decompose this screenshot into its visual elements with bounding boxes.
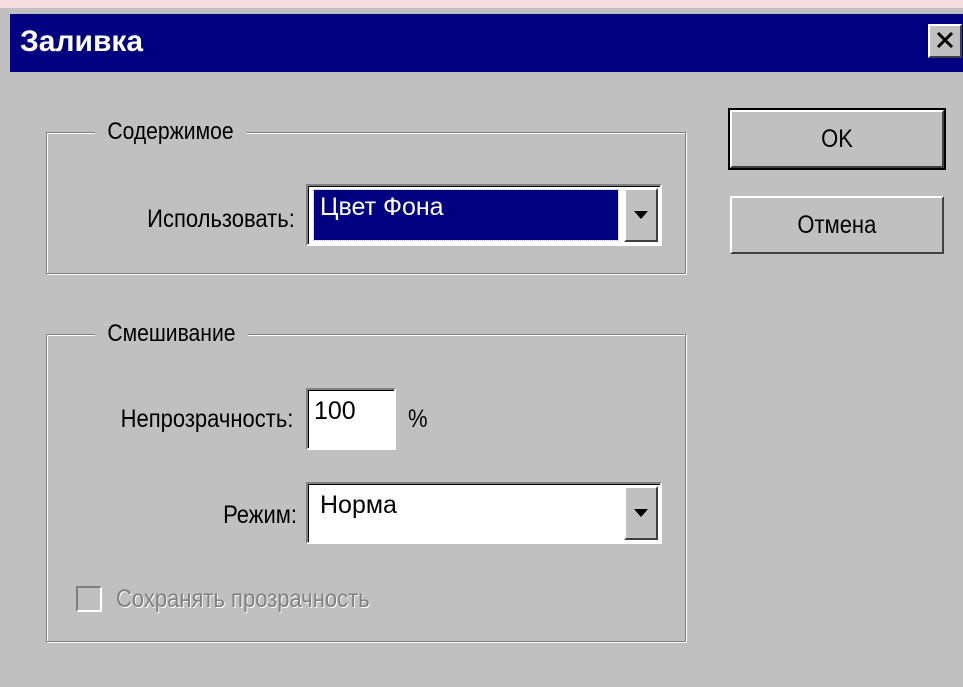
chevron-down-icon[interactable]	[624, 188, 658, 242]
mode-select[interactable]: Норма	[306, 482, 662, 544]
close-icon	[935, 27, 955, 55]
title-bar: Заливка	[10, 14, 963, 72]
use-select-value: Цвет Фона	[313, 189, 619, 241]
ok-button-label: OK	[821, 124, 853, 153]
cancel-button[interactable]: Отмена	[730, 196, 944, 254]
use-select[interactable]: Цвет Фона	[306, 184, 662, 246]
dialog-title: Заливка	[20, 25, 144, 58]
mode-select-value: Норма	[320, 491, 397, 519]
chevron-down-icon[interactable]	[624, 486, 658, 540]
ok-button[interactable]: OK	[728, 108, 946, 170]
use-label: Использовать:	[147, 205, 295, 233]
blending-group-legend: Смешивание	[95, 320, 248, 348]
opacity-value: 100	[314, 397, 356, 425]
opacity-label: Непрозрачность:	[120, 405, 293, 433]
preserve-transparency-checkbox[interactable]	[76, 586, 102, 612]
opacity-unit: %	[408, 405, 428, 433]
mode-label: Режим:	[223, 501, 297, 529]
content-group-legend: Содержимое	[95, 118, 246, 146]
opacity-input[interactable]: 100	[306, 388, 396, 450]
close-button[interactable]	[928, 24, 962, 58]
cancel-button-label: Отмена	[797, 210, 877, 239]
preserve-transparency-label: Сохранять прозрачность	[116, 585, 370, 613]
